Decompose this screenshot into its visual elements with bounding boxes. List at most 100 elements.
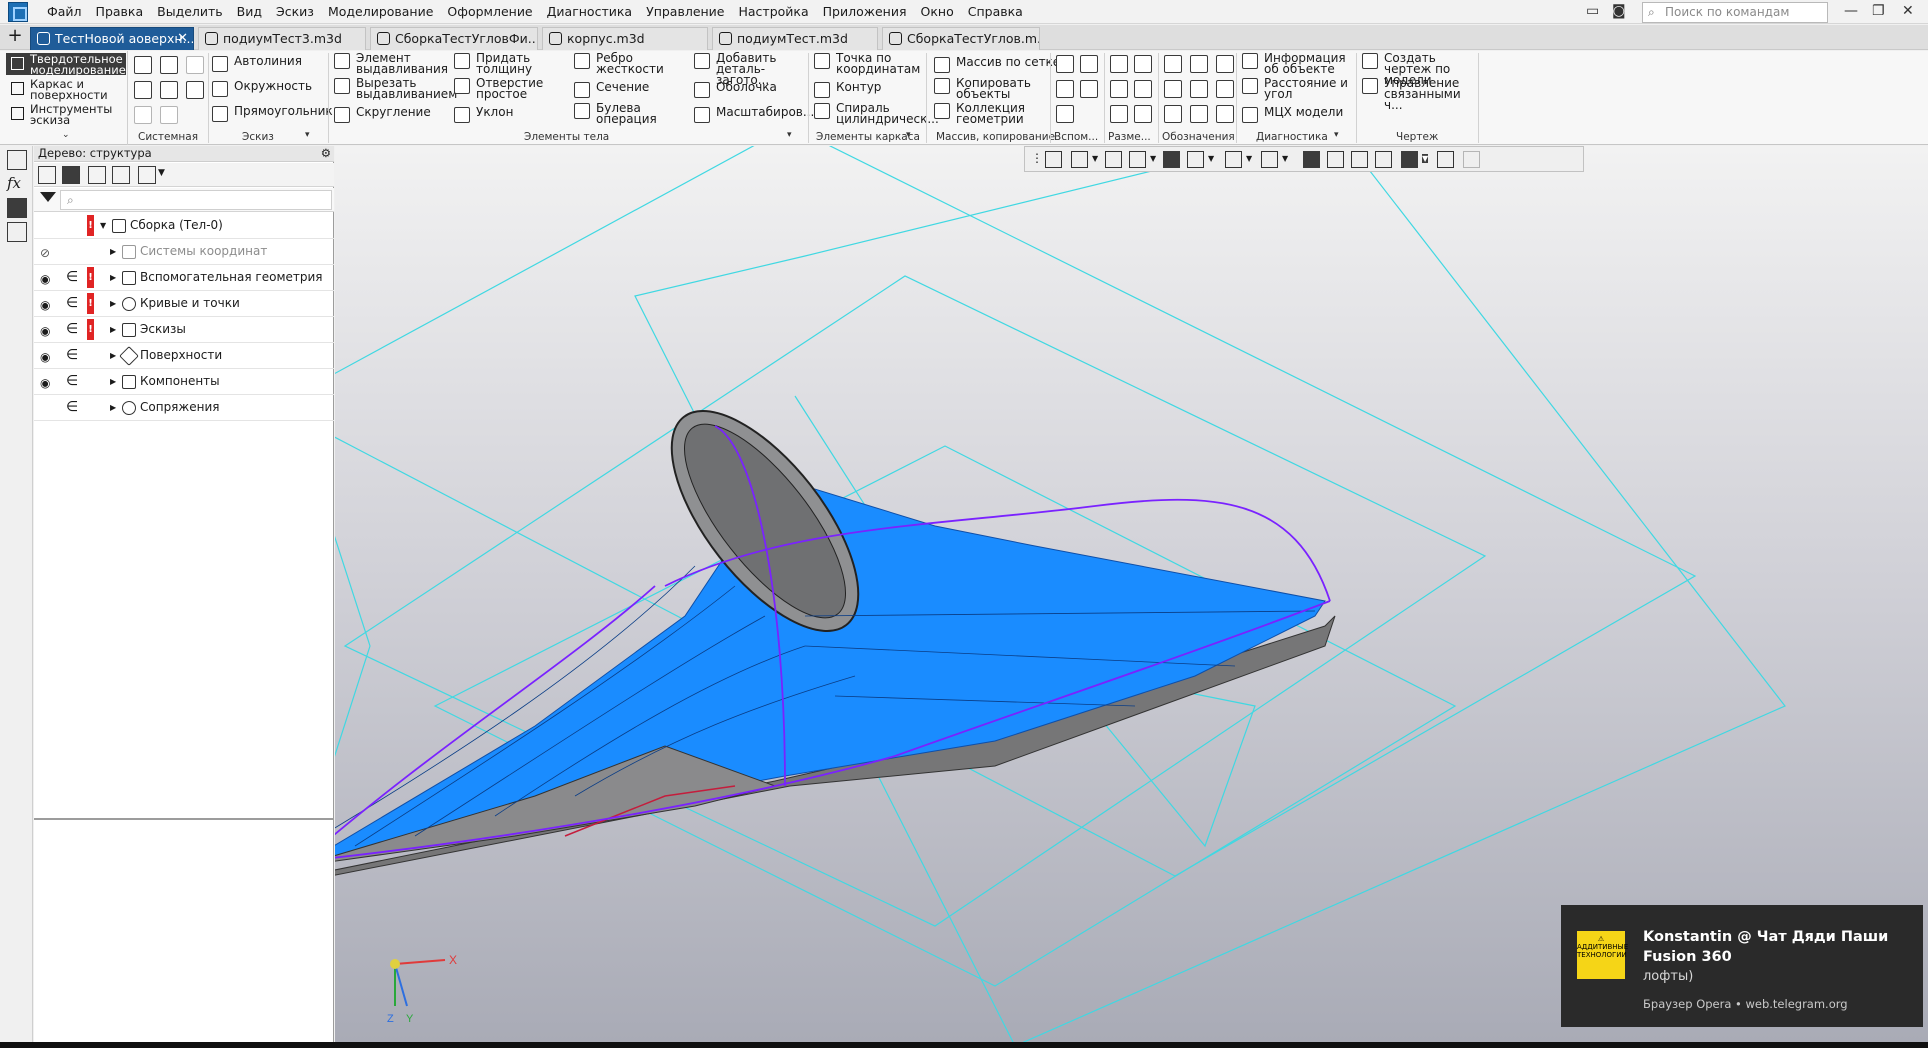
menu-window[interactable]: Окно <box>914 4 961 20</box>
leader-icon[interactable] <box>1164 55 1182 73</box>
chevron-down-icon[interactable]: ▾ <box>305 130 310 140</box>
hide-show-icon[interactable] <box>1225 151 1242 168</box>
include-icon[interactable]: ∈ <box>66 321 78 337</box>
scale-button[interactable]: Масштабиров... <box>694 106 814 123</box>
contour-button[interactable]: Контур <box>814 81 881 98</box>
simple-hole-button[interactable]: Отверстие простое <box>454 77 556 100</box>
text-icon[interactable] <box>1190 105 1208 123</box>
expand-arrow-icon[interactable]: ▶ <box>110 377 116 386</box>
tree-search-input[interactable]: ⌕ <box>60 190 332 210</box>
dimension-angle-icon[interactable] <box>1134 55 1152 73</box>
menu-sketch[interactable]: Эскиз <box>269 4 321 20</box>
helix-button[interactable]: Спираль цилиндрическ... <box>814 102 939 125</box>
menu-manage[interactable]: Управление <box>639 4 731 20</box>
undo-icon[interactable] <box>134 106 152 124</box>
command-search-input[interactable]: ⌕ Поиск по командам (Alt+/) <box>1642 2 1828 38</box>
autoline-button[interactable]: Автолиния <box>212 55 302 72</box>
chevron-down-icon[interactable]: ▾ <box>787 130 792 140</box>
pan-icon[interactable] <box>1105 151 1122 168</box>
print-icon[interactable] <box>134 81 152 99</box>
tree-item-aux-geometry[interactable]: ◉ ∈ ! ▶ Вспомогательная геометрия <box>34 265 334 291</box>
include-icon[interactable]: ∈ <box>66 347 78 363</box>
open-icon[interactable] <box>160 56 178 74</box>
dimension-linear-icon[interactable] <box>1110 55 1128 73</box>
dimension-radius-icon[interactable] <box>1110 80 1128 98</box>
chevron-down-icon[interactable]: ▼ <box>1246 154 1252 163</box>
rectangle-button[interactable]: Прямоугольник <box>212 105 333 122</box>
tree-item-mates[interactable]: ∈ ▶ Сопряжения <box>34 395 334 421</box>
mass-properties-button[interactable]: МЦХ модели <box>1242 106 1343 123</box>
panel-toggle-icon[interactable]: ▭ <box>1586 3 1599 19</box>
roughness-icon[interactable] <box>1216 55 1234 73</box>
include-icon[interactable]: ∈ <box>66 295 78 311</box>
tree-item-coordinate-systems[interactable]: ⊘ ▶ Системы координат <box>34 239 334 265</box>
geometry-collection-button[interactable]: Коллекция геометрии <box>934 102 1026 125</box>
orientation-icon[interactable] <box>1327 151 1344 168</box>
thread-icon[interactable] <box>1164 105 1182 123</box>
chevron-down-icon[interactable]: ▼ <box>1150 154 1156 163</box>
expand-arrow-icon[interactable]: ▶ <box>110 273 116 282</box>
extrude-button[interactable]: Элемент выдавливания <box>334 52 452 75</box>
eye-icon[interactable]: ◉ <box>40 298 50 312</box>
menu-design[interactable]: Оформление <box>440 4 539 20</box>
save-icon[interactable] <box>186 56 204 74</box>
model-viewport[interactable]: X Z Y ⋮ ▼ ▼ ▼ ▼ ▼ ▼ ⚠ АДДИТИВНЫЕ ТЕХНОЛОГ… <box>335 146 1928 1042</box>
properties-panel-icon[interactable] <box>7 150 27 170</box>
tree-item-surfaces[interactable]: ◉ ∈ ▶ Поверхности <box>34 343 334 369</box>
close-window-icon[interactable]: ✕ <box>1902 3 1914 19</box>
redo-icon[interactable] <box>160 106 178 124</box>
aux-point-icon[interactable] <box>1056 80 1074 98</box>
toast-notification[interactable]: ⚠ АДДИТИВНЫЕ ТЕХНОЛОГИИ Konstantin @ Чат … <box>1561 905 1923 1027</box>
section-view-icon[interactable] <box>1303 151 1320 168</box>
chevron-down-icon[interactable]: ▼ <box>1282 154 1288 163</box>
tree-item-curves-points[interactable]: ◉ ∈ ! ▶ Кривые и точки <box>34 291 334 317</box>
tree-sequence-icon[interactable] <box>38 166 56 184</box>
chevron-down-icon[interactable]: ▼ <box>158 168 165 178</box>
grid-pattern-button[interactable]: Массив по сетке <box>934 56 1060 73</box>
chevron-down-icon[interactable]: ▼ <box>1422 154 1429 163</box>
object-info-button[interactable]: Информация об объекте <box>1242 52 1362 75</box>
symbol-icon[interactable] <box>1216 105 1234 123</box>
save-all-icon[interactable] <box>186 81 204 99</box>
include-icon[interactable]: ∈ <box>66 399 78 415</box>
tab-document-6[interactable]: СборкаТестУглов.m... <box>882 27 1040 50</box>
expand-arrow-icon[interactable]: ▶ <box>110 403 116 412</box>
eye-icon[interactable]: ◉ <box>40 272 50 286</box>
tree-view-mode-icon[interactable] <box>88 166 106 184</box>
aux-plane-icon[interactable] <box>1056 55 1074 73</box>
expand-arrow-icon[interactable]: ▶ <box>110 299 116 308</box>
shaded-view-icon[interactable] <box>1163 151 1180 168</box>
menu-view[interactable]: Вид <box>230 4 269 20</box>
new-tab-button[interactable]: + <box>6 27 24 46</box>
wireframe-view-icon[interactable] <box>1187 151 1204 168</box>
menu-diagnostics[interactable]: Диагностика <box>540 4 639 20</box>
minimize-icon[interactable]: — <box>1844 3 1858 19</box>
eye-icon[interactable]: ◉ <box>40 376 50 390</box>
chevron-down-icon[interactable]: ▾ <box>906 130 911 140</box>
tab-document-5[interactable]: подиумТест.m3d <box>712 27 878 50</box>
dimension-auto-icon[interactable] <box>1110 105 1128 123</box>
layout-icon[interactable]: ◙ <box>1612 3 1626 19</box>
tab-document-1[interactable]: ТестНовой аоверхн... ✕ <box>30 27 194 50</box>
chevron-down-icon[interactable]: ⌄ <box>62 130 70 140</box>
selection-filter-icon[interactable] <box>1437 151 1454 168</box>
dimension-arc-icon[interactable] <box>1134 105 1152 123</box>
point-by-coords-button[interactable]: Точка по координатам <box>814 52 920 75</box>
tree-item-sketches[interactable]: ◉ ∈ ! ▶ Эскизы <box>34 317 334 343</box>
mode-frame-surfaces[interactable]: Каркас и поверхности <box>6 78 126 101</box>
section-button[interactable]: Сечение <box>574 81 649 98</box>
fillet-button[interactable]: Скругление <box>334 106 431 123</box>
menu-settings[interactable]: Настройка <box>732 4 816 20</box>
expand-arrow-icon[interactable]: ▶ <box>110 247 116 256</box>
distance-angle-button[interactable]: Расстояние и угол <box>1242 77 1362 100</box>
copy-objects-button[interactable]: Копировать объекты <box>934 77 1031 100</box>
menu-select[interactable]: Выделить <box>150 4 230 20</box>
tab-document-3[interactable]: СборкаТестУгловФи... <box>370 27 538 50</box>
tree-root-row[interactable]: ! ▼ Сборка (Тел-0) <box>34 213 334 239</box>
linked-drawings-button[interactable]: Управление связанными ч... <box>1362 77 1472 111</box>
rib-button[interactable]: Ребро жесткости <box>574 52 676 75</box>
menu-apps[interactable]: Приложения <box>816 4 914 20</box>
display-mode-icon[interactable] <box>1261 151 1278 168</box>
tree-structure-icon[interactable] <box>62 166 80 184</box>
gear-icon[interactable]: ⚙ <box>321 146 331 161</box>
